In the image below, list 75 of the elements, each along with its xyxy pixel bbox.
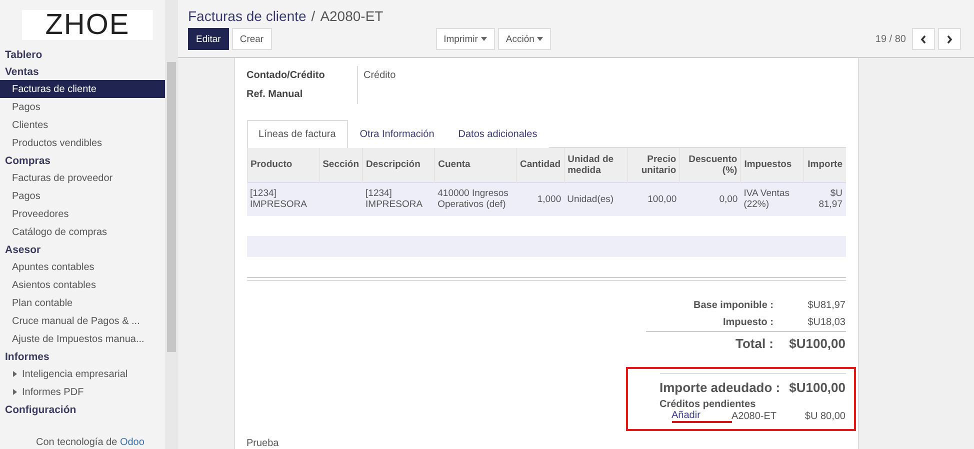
- expand-caret-icon: [13, 371, 17, 377]
- previous-button[interactable]: [912, 28, 935, 50]
- menu-item[interactable]: Ajuste de Impuestos manua...: [0, 330, 165, 348]
- total-label: Impuesto :: [722, 317, 774, 328]
- total-label: Total :: [735, 336, 774, 351]
- column-header: Producto: [247, 148, 320, 182]
- menu-item[interactable]: Catálogo de compras: [0, 223, 165, 241]
- create-button[interactable]: Crear: [232, 28, 272, 50]
- expand-caret-icon: [13, 389, 17, 395]
- chevron-right-icon: [946, 34, 953, 44]
- menu-item[interactable]: Facturas de proveedor: [0, 169, 165, 187]
- powered-by-text: Con tecnología de Odoo: [36, 437, 144, 448]
- edit-button[interactable]: Editar: [188, 28, 229, 50]
- table-cell: [1234] IMPRESORA: [247, 182, 320, 216]
- column-header: Descuento (%): [680, 148, 741, 182]
- menu-item[interactable]: Productos vendibles: [0, 134, 165, 152]
- table-cell: 1,000: [516, 182, 564, 216]
- tab[interactable]: Líneas de factura: [246, 120, 348, 148]
- menu-item[interactable]: Proveedores: [0, 205, 165, 223]
- total-value: $U100,00: [788, 336, 846, 351]
- column-header: Impuestos: [740, 148, 804, 182]
- table-cell: Unidad(es): [564, 182, 628, 216]
- logo: ZHOE: [22, 10, 153, 40]
- column-header: Descripción: [362, 148, 435, 182]
- menu-section[interactable]: Configuración: [0, 401, 165, 418]
- menu-item[interactable]: Cruce manual de Pagos & ...: [0, 312, 165, 330]
- field-label: Contado/Crédito: [246, 69, 326, 83]
- menu-item[interactable]: Informes PDF: [0, 383, 165, 401]
- total-value: $U18,03: [806, 317, 846, 328]
- menu-item[interactable]: Inteligencia empresarial: [0, 365, 165, 383]
- table-cell: 410000 Ingresos Operativos (def): [434, 182, 516, 216]
- dropdown-button[interactable]: Imprimir: [436, 28, 495, 50]
- menu-item[interactable]: Clientes: [0, 116, 165, 134]
- column-header: Cuenta: [434, 148, 516, 182]
- menu-item[interactable]: Plan contable: [0, 294, 165, 312]
- credit-reference: A2080-ET: [732, 411, 778, 422]
- table-cell: IVA Ventas (22%): [740, 182, 804, 216]
- menu-section[interactable]: Asesor: [0, 241, 165, 258]
- table-cell: [1234] IMPRESORA: [362, 182, 435, 216]
- amount-due-label: Importe adeudado :: [660, 380, 780, 395]
- add-link[interactable]: Añadir: [672, 410, 732, 423]
- field-label: Ref. Manual: [246, 88, 304, 102]
- breadcrumb-separator: /: [311, 8, 316, 24]
- column-header: Sección: [319, 148, 363, 182]
- chevron-left-icon: [920, 34, 927, 44]
- menu-item[interactable]: Pagos: [0, 187, 165, 205]
- menu-section[interactable]: Compras: [0, 152, 165, 169]
- amount-due-value: $U100,00: [789, 380, 846, 395]
- pager-count: 19 / 80: [875, 34, 906, 44]
- field-value: Crédito: [356, 66, 486, 85]
- table-cell: 0,00: [680, 182, 741, 216]
- menu-section[interactable]: Ventas: [0, 63, 165, 80]
- credit-amount: $U 80,00: [804, 411, 846, 422]
- menu-item[interactable]: Facturas de cliente: [0, 80, 165, 98]
- column-header: Unidad de medida: [564, 148, 628, 182]
- menu-item[interactable]: Pagos: [0, 98, 165, 116]
- caret-icon: [480, 37, 487, 41]
- caret-icon: [537, 37, 544, 41]
- column-header: Importe: [803, 148, 846, 182]
- credits-title: Créditos pendientes: [660, 399, 757, 410]
- menu-section[interactable]: Tablero: [0, 46, 165, 63]
- total-label: Base imponible :: [693, 300, 774, 311]
- next-button[interactable]: [938, 28, 961, 50]
- menu-item[interactable]: Apuntes contables: [0, 258, 165, 276]
- column-header: Precio unitario: [628, 148, 680, 182]
- breadcrumb-link[interactable]: Facturas de cliente: [188, 8, 306, 24]
- column-header: Cantidad: [516, 148, 564, 182]
- menu-item[interactable]: Asientos contables: [0, 276, 165, 294]
- record-title: A2080-ET: [320, 8, 384, 24]
- table-cell: $U 81,97: [803, 182, 846, 216]
- total-value: $U81,97: [806, 300, 846, 311]
- table-cell: 100,00: [628, 182, 680, 216]
- menu-section[interactable]: Informes: [0, 348, 165, 365]
- dropdown-button[interactable]: Acción: [498, 28, 552, 50]
- note-text: Prueba: [246, 438, 279, 449]
